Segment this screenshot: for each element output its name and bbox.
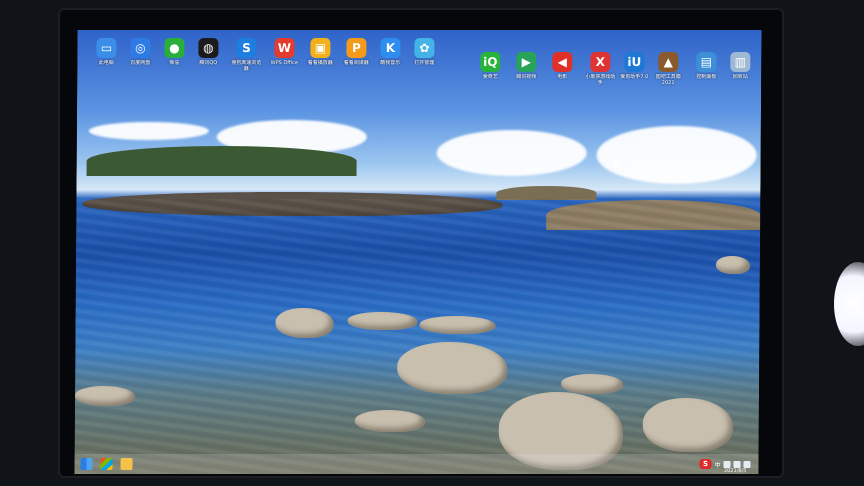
rock bbox=[715, 256, 750, 274]
desktop-icon-video-player[interactable]: ▣ 看看播放器 bbox=[303, 38, 337, 66]
desktop-icon-wps[interactable]: W WPS Office bbox=[267, 38, 301, 66]
distant-hill bbox=[86, 146, 357, 176]
rock bbox=[397, 342, 508, 394]
desktop-icon-grid: ▭ 此电脑 ◎ 百度网盘 ● 微信 ◍ 腾讯QQ S 搜狗高速浏览器 W WPS Office ▣ 看看播… bbox=[77, 30, 761, 100]
pinwheel-icon: ✿ bbox=[414, 38, 435, 58]
baidu-netdisk-icon: ◎ bbox=[130, 38, 151, 58]
desktop-screen: ▭ 此电脑 ◎ 百度网盘 ● 微信 ◍ 腾讯QQ S 搜狗高速浏览器 W WPS Office ▣ 看看播… bbox=[74, 30, 762, 474]
xiaomi-icon: X bbox=[590, 52, 611, 72]
rock bbox=[74, 386, 136, 406]
room-light-glare bbox=[834, 262, 864, 346]
input-language-indicator[interactable]: 中 bbox=[714, 460, 720, 469]
wechat-icon: ● bbox=[164, 38, 185, 58]
rock bbox=[275, 308, 334, 338]
cloud bbox=[88, 122, 209, 140]
taskbar-app-windows-store[interactable] bbox=[100, 458, 113, 470]
desktop-icon-control-panel[interactable]: ▤ 控制面板 bbox=[689, 52, 723, 80]
desktop-icon-label: 此电脑 bbox=[98, 60, 114, 66]
desktop-icon-pdf-reader[interactable]: P 看看阅读器 bbox=[339, 38, 373, 66]
control-panel-icon: ▤ bbox=[696, 52, 717, 72]
desktop-icon-xiaomi[interactable]: X 小黑侠游戏助手 bbox=[583, 52, 617, 86]
desktop-icon-label: 小黑侠游戏助手 bbox=[585, 74, 616, 86]
desktop-icon-label: 酷我音乐 bbox=[380, 60, 401, 66]
rock bbox=[347, 312, 418, 330]
cloud bbox=[596, 126, 757, 184]
desktop-icon-youku[interactable]: ◀ 电影 bbox=[545, 52, 579, 80]
this-pc-icon: ▭ bbox=[96, 38, 117, 58]
taskbar: S 中 2021/8/5 bbox=[74, 454, 759, 474]
desktop-icon-pinwheel[interactable]: ✿ 打开管理 bbox=[407, 38, 441, 66]
youku-icon: ◀ bbox=[552, 52, 573, 72]
iqiyi-icon: iQ bbox=[480, 52, 501, 72]
desktop-icon-label: 腾讯视频 bbox=[516, 74, 537, 80]
video-player-icon: ▣ bbox=[310, 38, 331, 58]
desktop-icon-baidu-netdisk[interactable]: ◎ 百度网盘 bbox=[123, 38, 157, 66]
qq-icon: ◍ bbox=[198, 38, 219, 58]
network-icon[interactable] bbox=[723, 460, 731, 468]
desktop-icon-recycle-bin[interactable]: ▥ 回收站 bbox=[723, 52, 757, 80]
recycle-bin-icon: ▥ bbox=[730, 52, 751, 72]
desktop-icon-label: 腾讯QQ bbox=[199, 60, 218, 66]
desktop-icon-toolbox[interactable]: ▲ 图吧工具箱2021 bbox=[651, 52, 685, 86]
uu-icon: iU bbox=[624, 52, 645, 72]
desktop-icon-label: 控制面板 bbox=[696, 74, 717, 80]
tencent-video-icon: ▶ bbox=[516, 52, 537, 72]
desktop-icon-label: 回收站 bbox=[732, 74, 748, 80]
pdf-reader-icon: P bbox=[346, 38, 367, 58]
desktop-icon-label: 电影 bbox=[557, 74, 568, 80]
browser-icon: S bbox=[236, 38, 257, 58]
desktop-icon-label: WPS Office bbox=[270, 60, 298, 66]
sogou-input-icon[interactable]: S bbox=[699, 459, 712, 469]
start-button[interactable] bbox=[80, 458, 93, 470]
desktop-icon-this-pc[interactable]: ▭ 此电脑 bbox=[89, 38, 123, 66]
rock bbox=[561, 374, 624, 394]
desktop-icon-iqiyi[interactable]: iQ 爱奇艺 bbox=[473, 52, 507, 80]
desktop-icon-label: 爱奇艺 bbox=[482, 74, 498, 80]
taskbar-date[interactable]: 2021/8/5 bbox=[724, 468, 747, 474]
desktop-icon-kugou[interactable]: K 酷我音乐 bbox=[373, 38, 407, 66]
desktop-icon-label: 看看播放器 bbox=[307, 60, 333, 66]
notification-icon[interactable] bbox=[743, 460, 751, 468]
desktop-icon-label: 打开管理 bbox=[414, 60, 435, 66]
wps-icon: W bbox=[274, 38, 295, 58]
desktop-icon-tencent-video[interactable]: ▶ 腾讯视频 bbox=[509, 52, 543, 80]
desktop-icon-label: 看看阅读器 bbox=[343, 60, 369, 66]
desktop-icon-browser[interactable]: S 搜狗高速浏览器 bbox=[229, 38, 263, 72]
desktop-icon-label: 搜狗高速浏览器 bbox=[231, 60, 262, 72]
cloud bbox=[436, 130, 587, 176]
volume-icon[interactable] bbox=[733, 460, 741, 468]
desktop-icon-uu[interactable]: iU 爱思助手7.0 bbox=[617, 52, 651, 80]
desktop-icon-wechat[interactable]: ● 微信 bbox=[157, 38, 191, 66]
rock bbox=[354, 410, 425, 432]
toolbox-icon: ▲ bbox=[658, 52, 679, 72]
desktop-icon-label: 百度网盘 bbox=[130, 60, 151, 66]
kugou-icon: K bbox=[380, 38, 401, 58]
desktop-icon-label: 爱思助手7.0 bbox=[620, 74, 649, 80]
rock bbox=[642, 398, 733, 452]
rock bbox=[419, 316, 496, 334]
taskbar-app-file-explorer[interactable] bbox=[120, 458, 133, 470]
desktop-icon-qq[interactable]: ◍ 腾讯QQ bbox=[191, 38, 225, 66]
desktop-icon-label: 图吧工具箱2021 bbox=[655, 74, 681, 86]
desktop-icon-label: 微信 bbox=[169, 60, 180, 66]
